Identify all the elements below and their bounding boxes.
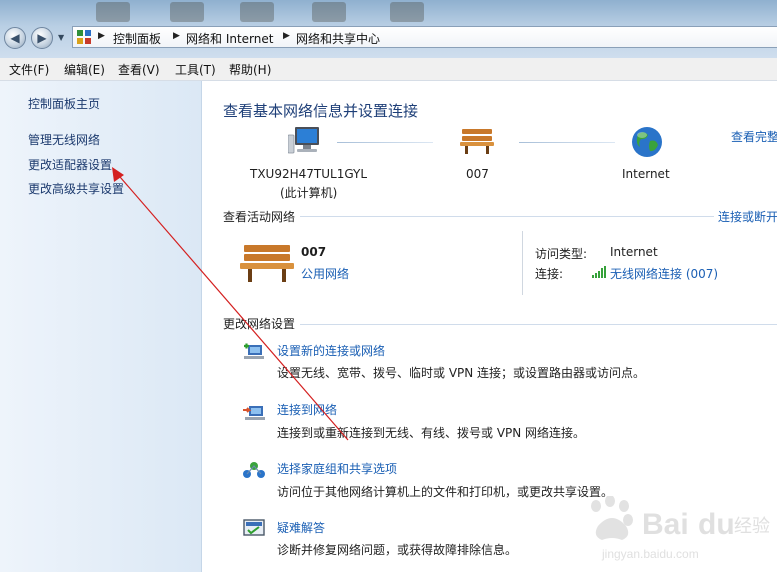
menu-file[interactable]: 文件(F) <box>9 61 49 78</box>
computer-icon <box>288 127 319 154</box>
control-panel-icon <box>77 30 91 44</box>
troubleshoot-link[interactable]: 疑难解答 <box>277 519 325 536</box>
active-network-name: 007 <box>301 245 327 259</box>
breadcrumb-network-internet[interactable]: 网络和 Internet <box>186 30 273 47</box>
taskbar-thumbnail <box>170 2 204 22</box>
access-type-label: 访问类型: <box>535 247 588 261</box>
window-titlebar: ◀ ▶ ▼ ▶ 控制面板 ▶ 网络和 Internet ▶ 网络和共享中心 <box>0 0 777 58</box>
connect-to-network-desc: 连接到或重新连接到无线、有线、拨号或 VPN 网络连接。 <box>277 426 586 440</box>
sidebar-item-manage-wireless[interactable]: 管理无线网络 <box>28 131 100 148</box>
homegroup-sharing-desc: 访问位于其他网络计算机上的文件和打印机，或更改共享设置。 <box>277 485 614 499</box>
bench-icon <box>460 129 494 154</box>
active-networks-header: 查看活动网络 <box>223 210 296 224</box>
forward-arrow-icon: ▶ <box>37 31 47 45</box>
access-type-value: Internet <box>610 245 658 259</box>
taskbar-thumbnail <box>240 2 274 22</box>
this-computer-label: (此计算机) <box>280 186 338 200</box>
connection-line <box>519 142 615 143</box>
troubleshoot-desc: 诊断并修复网络问题，或获得故障排除信息。 <box>277 543 518 557</box>
computer-name-label: TXU92H47TUL1GYL <box>250 167 368 181</box>
breadcrumb-network-sharing-center[interactable]: 网络和共享中心 <box>296 30 380 47</box>
recent-pages-dropdown-icon[interactable]: ▼ <box>58 33 64 42</box>
sidebar-item-change-adapter-settings[interactable]: 更改适配器设置 <box>28 156 112 173</box>
homegroup-icon <box>243 462 265 478</box>
left-task-pane: 控制面板主页 管理无线网络 更改适配器设置 更改高级共享设置 <box>0 81 202 572</box>
globe-icon <box>632 127 662 157</box>
section-divider <box>300 216 714 217</box>
internet-label: Internet <box>622 167 670 181</box>
connect-to-network-icon <box>243 406 265 420</box>
breadcrumb-control-panel[interactable]: 控制面板 <box>113 30 161 47</box>
menu-help[interactable]: 帮助(H) <box>229 61 271 78</box>
wireless-connection-link[interactable]: 无线网络连接 (007) <box>610 265 718 282</box>
taskbar-thumbnail <box>312 2 346 22</box>
taskbar-thumbnail <box>390 2 424 22</box>
vertical-divider <box>522 231 523 295</box>
breadcrumb-separator-icon[interactable]: ▶ <box>98 31 105 41</box>
sidebar-item-advanced-sharing[interactable]: 更改高级共享设置 <box>28 180 124 197</box>
menu-edit[interactable]: 编辑(E) <box>64 61 105 78</box>
connect-disconnect-link[interactable]: 连接或断开 <box>718 208 777 225</box>
public-network-bench-icon <box>240 245 294 282</box>
setup-new-connection-link[interactable]: 设置新的连接或网络 <box>277 342 385 359</box>
forward-button[interactable]: ▶ <box>31 27 53 49</box>
troubleshoot-icon <box>243 519 265 536</box>
baidu-jingyan-watermark-logo: Bai du 经验 jingyan.baidu.com <box>591 496 770 561</box>
setup-new-connection-desc: 设置无线、宽带、拨号、临时或 VPN 连接；或设置路由器或访问点。 <box>277 366 646 380</box>
connection-label: 连接: <box>535 267 564 281</box>
menu-tools[interactable]: 工具(T) <box>175 61 216 78</box>
connect-to-network-link[interactable]: 连接到网络 <box>277 401 337 418</box>
page-title: 查看基本网络信息并设置连接 <box>223 102 419 120</box>
svg-text:经验: 经验 <box>734 516 770 537</box>
homegroup-sharing-link[interactable]: 选择家庭组和共享选项 <box>277 460 397 477</box>
svg-text:Bai: Bai <box>642 508 689 541</box>
section-divider <box>300 324 777 325</box>
menu-bar: 文件(F) 编辑(E) 查看(V) 工具(T) 帮助(H) <box>0 58 777 81</box>
network-name-label: 007 <box>466 167 489 181</box>
menu-view[interactable]: 查看(V) <box>118 61 160 78</box>
network-type-link[interactable]: 公用网络 <box>301 265 349 282</box>
wireless-signal-icon <box>592 266 606 278</box>
svg-text:jingyan.baidu.com: jingyan.baidu.com <box>601 547 699 561</box>
taskbar-thumbnail <box>96 2 130 22</box>
back-arrow-icon: ◀ <box>10 31 20 45</box>
new-connection-icon <box>244 343 264 359</box>
sidebar-item-control-panel-home[interactable]: 控制面板主页 <box>28 95 100 112</box>
breadcrumb-separator-icon[interactable]: ▶ <box>173 31 180 41</box>
svg-text:du: du <box>698 508 735 541</box>
back-button[interactable]: ◀ <box>4 27 26 49</box>
see-full-map-link[interactable]: 查看完整 <box>731 128 777 145</box>
address-bar[interactable]: ▶ 控制面板 ▶ 网络和 Internet ▶ 网络和共享中心 <box>72 26 777 48</box>
change-settings-header: 更改网络设置 <box>223 317 296 331</box>
connection-line <box>337 142 433 143</box>
breadcrumb-separator-icon[interactable]: ▶ <box>283 31 290 41</box>
